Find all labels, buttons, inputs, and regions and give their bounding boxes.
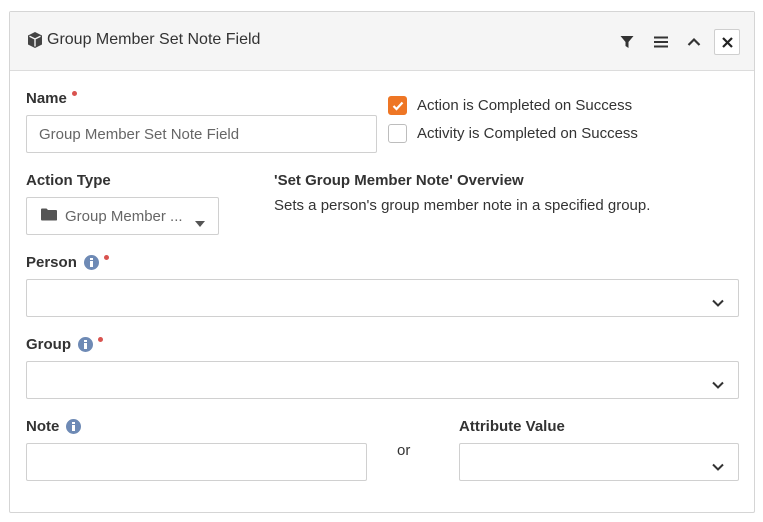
info-icon[interactable] [83, 255, 99, 270]
close-icon [721, 36, 733, 48]
activity-completed-label: Activity is Completed on Success [417, 125, 638, 142]
person-label: Person [26, 254, 109, 271]
or-separator: or [397, 442, 411, 459]
close-button[interactable] [714, 29, 740, 55]
filter-button[interactable] [614, 29, 640, 55]
group-label: Group [26, 336, 103, 353]
overview-description: Sets a person's group member note in a s… [274, 197, 651, 214]
action-type-label: Action Type [26, 172, 111, 189]
note-label: Note [26, 418, 82, 435]
filter-icon [620, 35, 634, 49]
workflow-action-panel: Group Member Set Note Field [9, 11, 755, 513]
action-type-value: Group Member ... [65, 207, 183, 225]
attribute-value-label: Attribute Value [459, 418, 565, 435]
required-indicator [103, 255, 109, 260]
action-completed-checkbox[interactable] [388, 96, 407, 115]
activity-completed-checkbox-row[interactable]: Activity is Completed on Success [388, 124, 638, 143]
overview-title: 'Set Group Member Note' Overview [274, 172, 524, 189]
attribute-value-select[interactable] [459, 443, 739, 481]
chevron-down-icon [712, 376, 724, 394]
required-indicator [98, 337, 103, 342]
action-completed-checkbox-row[interactable]: Action is Completed on Success [388, 96, 632, 115]
group-select[interactable] [26, 361, 739, 399]
person-select[interactable] [26, 279, 739, 317]
panel-title: Group Member Set Note Field [47, 31, 261, 48]
chevron-down-icon [712, 458, 724, 476]
action-type-picker[interactable]: Group Member ... [26, 197, 219, 235]
cube-icon [26, 31, 44, 49]
chevron-down-icon [712, 294, 724, 312]
name-label: Name [26, 90, 77, 107]
caret-down-icon [195, 214, 205, 231]
info-icon[interactable] [66, 419, 82, 434]
required-indicator [71, 91, 77, 96]
collapse-button[interactable] [681, 29, 707, 55]
activity-completed-checkbox[interactable] [388, 124, 407, 143]
folder-icon [41, 208, 57, 225]
action-completed-label: Action is Completed on Success [417, 97, 633, 114]
menu-button[interactable] [648, 29, 674, 55]
note-input[interactable] [26, 443, 367, 481]
info-icon[interactable] [78, 337, 93, 352]
check-icon [392, 101, 403, 111]
name-input[interactable]: Group Member Set Note Field [26, 115, 377, 153]
bars-icon [654, 36, 668, 48]
chevron-up-icon [687, 37, 701, 47]
panel-header[interactable]: Group Member Set Note Field [10, 12, 754, 71]
